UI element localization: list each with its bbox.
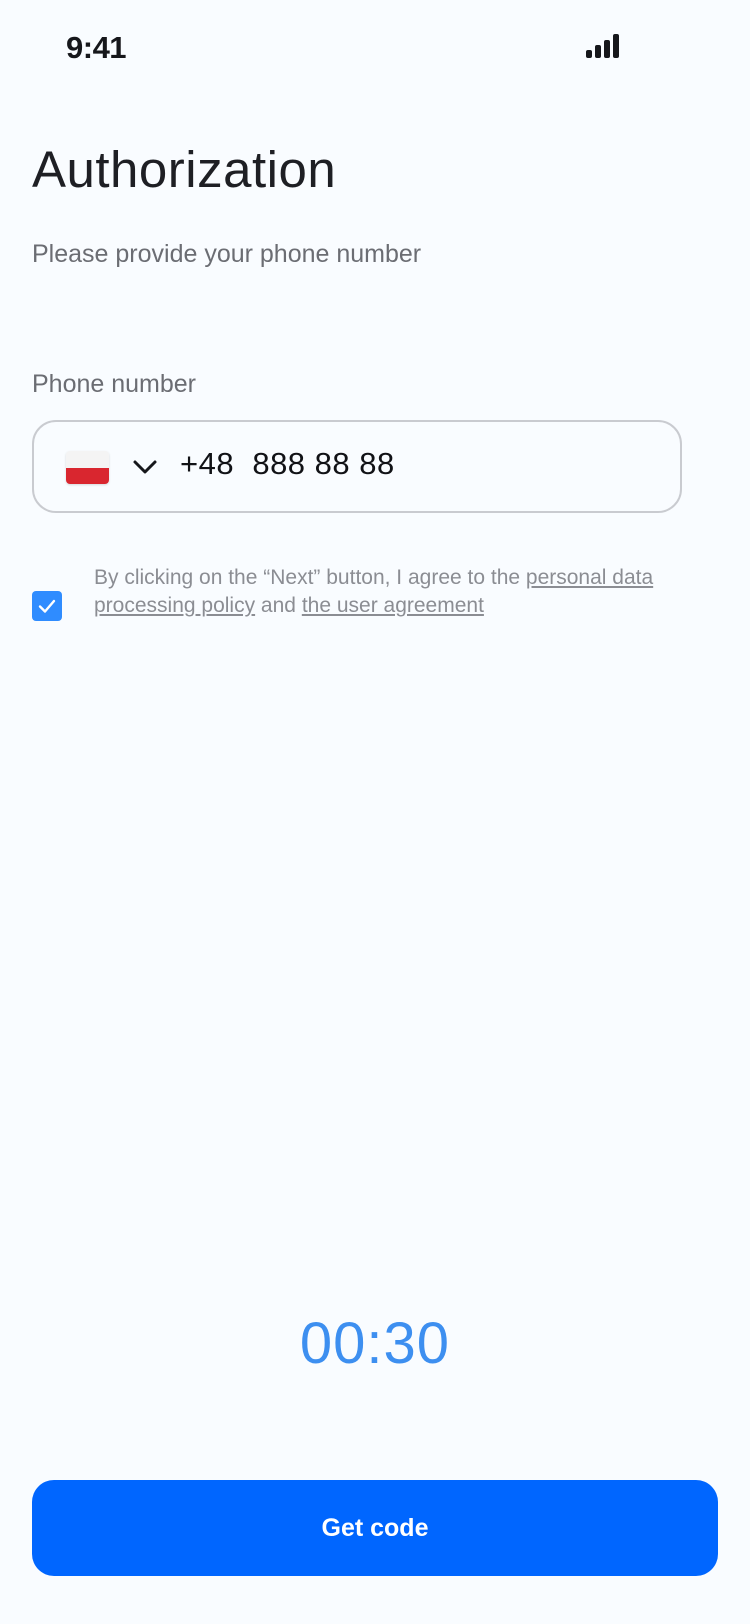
consent-text-middle: and xyxy=(255,594,302,617)
check-icon xyxy=(38,599,56,613)
chevron-down-icon[interactable] xyxy=(132,458,158,476)
signal-icon xyxy=(586,34,619,58)
countdown-timer: 00:30 xyxy=(299,1311,451,1376)
page-title: Authorization xyxy=(32,141,337,198)
phone-field[interactable]: +48 888 88 88 xyxy=(32,420,682,513)
consent-text-before: By clicking on the “Next” button, I agre… xyxy=(94,566,526,589)
page-subtitle: Please provide your phone number xyxy=(32,240,422,268)
consent-text: By clicking on the “Next” button, I agre… xyxy=(94,564,654,620)
poland-flag-icon[interactable] xyxy=(66,451,109,484)
consent-checkbox[interactable] xyxy=(32,591,62,621)
status-bar: 9:41 xyxy=(0,0,750,96)
get-code-button[interactable]: Get code xyxy=(32,1480,718,1576)
phone-number-label: Phone number xyxy=(32,370,197,398)
status-time: 9:41 xyxy=(66,30,127,65)
phone-number-value: 888 88 88 xyxy=(252,446,395,481)
user-agreement-link[interactable]: the user agreement xyxy=(302,594,484,617)
country-code: +48 xyxy=(180,446,235,481)
phone-input[interactable]: +48 888 88 88 xyxy=(180,446,395,482)
